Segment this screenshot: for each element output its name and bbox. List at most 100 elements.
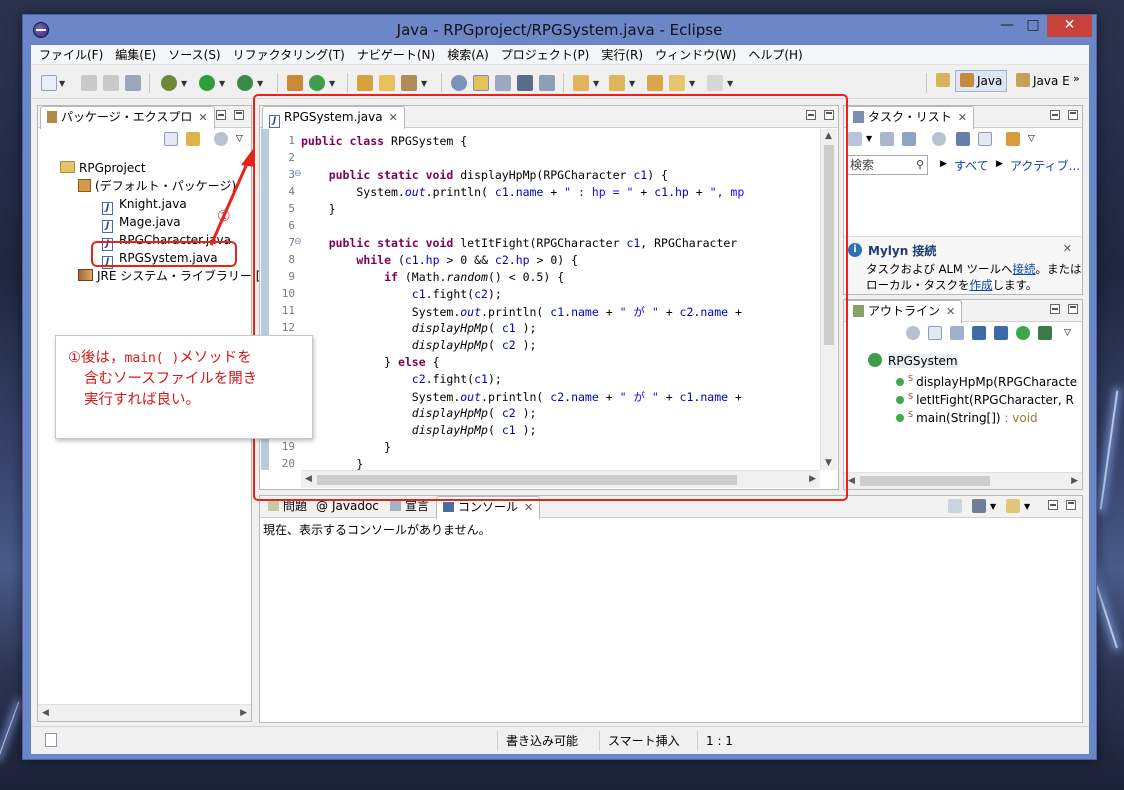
maximize-icon[interactable] <box>1066 500 1076 510</box>
minimize-icon[interactable] <box>1050 304 1060 314</box>
hide-static-icon[interactable] <box>994 326 1008 340</box>
chevron-down-icon[interactable]: ▼ <box>689 79 695 88</box>
highlight-icon[interactable] <box>473 75 489 91</box>
menu-source[interactable]: ソース(S) <box>162 45 226 65</box>
open-folder-icon[interactable] <box>379 75 395 91</box>
maximize-icon[interactable] <box>1068 110 1078 120</box>
chevron-down-icon[interactable]: ▼ <box>1024 502 1030 511</box>
chevron-down-icon[interactable]: ▼ <box>990 502 996 511</box>
menu-project[interactable]: プロジェクト(P) <box>495 45 596 65</box>
outline-member[interactable]: Smain(String[]) : void <box>896 406 1038 425</box>
tab-task-list[interactable]: タスク・リスト ✕ <box>846 106 974 129</box>
close-icon[interactable]: ✕ <box>958 111 967 124</box>
chevron-down-icon[interactable]: ▼ <box>257 79 263 88</box>
tree-item-mage[interactable]: J Mage.java <box>102 213 181 233</box>
scheduled-icon[interactable] <box>902 132 916 146</box>
focus-icon[interactable] <box>1006 132 1020 146</box>
close-icon[interactable]: ✕ <box>1063 242 1072 255</box>
menu-run[interactable]: 実行(R) <box>595 45 649 65</box>
open-type-icon[interactable] <box>357 75 373 91</box>
view-menu-icon[interactable] <box>214 132 228 146</box>
new-icon[interactable] <box>41 75 57 91</box>
link-editor-icon[interactable] <box>186 132 200 146</box>
hide-completed-icon[interactable] <box>956 132 970 146</box>
minimize-icon[interactable] <box>1050 110 1060 120</box>
pin-console-icon[interactable] <box>948 499 962 513</box>
tab-outline[interactable]: アウトライン ✕ <box>846 300 963 323</box>
chevron-down-icon[interactable]: ▽ <box>1028 134 1035 144</box>
mylyn-create-link[interactable]: 作成 <box>970 278 993 292</box>
sync-icon[interactable] <box>932 132 946 146</box>
hide-fields-icon[interactable] <box>972 326 986 340</box>
scroll-thumb[interactable] <box>860 476 990 486</box>
forward-icon[interactable] <box>707 75 723 91</box>
categorized-icon[interactable] <box>880 132 894 146</box>
task-search-box[interactable]: 検索 ⚲ <box>846 155 928 175</box>
scroll-left-icon[interactable]: ◀ <box>848 476 855 486</box>
print-icon[interactable] <box>125 75 141 91</box>
last-edit-icon[interactable] <box>647 75 663 91</box>
maximize-icon[interactable] <box>234 110 244 120</box>
back-icon[interactable] <box>669 75 685 91</box>
menu-refactor[interactable]: リファクタリング(T) <box>227 45 351 65</box>
scroll-right-icon[interactable]: ▶ <box>1071 476 1078 486</box>
mylyn-connect-link[interactable]: 接続 <box>1013 262 1036 276</box>
new-java-class-icon[interactable] <box>309 75 325 91</box>
outline-class[interactable]: RPGSystem <box>868 352 958 370</box>
sort-icon[interactable] <box>950 326 964 340</box>
collapse-all-icon[interactable] <box>164 132 178 146</box>
chevron-down-icon[interactable]: ▼ <box>629 79 635 88</box>
search-icon[interactable] <box>451 75 467 91</box>
chevron-down-icon[interactable]: ▼ <box>181 79 187 88</box>
menu-help[interactable]: ヘルプ(H) <box>742 45 808 65</box>
minimize-icon[interactable] <box>216 110 226 120</box>
collapse-all-icon[interactable] <box>928 326 942 340</box>
close-button[interactable]: ✕ <box>1047 15 1092 37</box>
fast-view-icon[interactable] <box>45 733 57 747</box>
menu-window[interactable]: ウィンドウ(W) <box>649 45 742 65</box>
outline-member[interactable]: SdisplayHpMp(RPGCharacte <box>896 370 1077 389</box>
chevron-down-icon[interactable]: ▼ <box>219 79 225 88</box>
menu-file[interactable]: ファイル(F) <box>33 45 109 65</box>
chevron-down-icon[interactable]: ▽ <box>236 134 243 144</box>
scroll-left-icon[interactable]: ◀ <box>42 708 49 718</box>
hide-nonpublic-icon[interactable] <box>1016 326 1030 340</box>
debug-icon[interactable] <box>161 75 177 91</box>
block-selection-icon[interactable] <box>517 75 533 91</box>
more-perspectives-icon[interactable]: » <box>1073 72 1080 85</box>
menu-navigate[interactable]: ナビゲート(N) <box>351 45 441 65</box>
open-perspective-button[interactable] <box>933 70 956 92</box>
save-icon[interactable] <box>81 75 97 91</box>
chevron-down-icon[interactable]: ▼ <box>593 79 599 88</box>
sync-icon[interactable] <box>906 326 920 340</box>
collapse-all-icon[interactable] <box>978 132 992 146</box>
scroll-right-icon[interactable]: ▶ <box>240 708 247 718</box>
menu-search[interactable]: 検索(A) <box>441 45 495 65</box>
chevron-down-icon[interactable]: ▼ <box>866 134 872 143</box>
run-icon[interactable] <box>199 75 215 91</box>
chevron-down-icon[interactable]: ▽ <box>1064 328 1071 338</box>
minimize-icon[interactable] <box>1048 500 1058 510</box>
new-java-project-icon[interactable] <box>287 75 303 91</box>
chevron-down-icon[interactable]: ▼ <box>59 79 65 88</box>
active-tasks-link[interactable]: アクティブ... <box>1010 157 1080 174</box>
all-tasks-link[interactable]: すべて <box>954 157 989 174</box>
close-icon[interactable]: ✕ <box>198 111 207 124</box>
chevron-down-icon[interactable]: ▼ <box>329 79 335 88</box>
close-icon[interactable]: ✕ <box>524 501 533 514</box>
hide-local-types-icon[interactable] <box>1038 326 1052 340</box>
maximize-icon[interactable] <box>1068 304 1078 314</box>
brush-icon[interactable] <box>401 75 417 91</box>
tab-package-explorer[interactable]: パッケージ・エクスプロ ✕ <box>40 106 215 129</box>
outline-member[interactable]: SletItFight(RPGCharacter, R <box>896 388 1074 407</box>
menu-edit[interactable]: 編集(E) <box>109 45 162 65</box>
tree-item-project[interactable]: RPGproject <box>60 159 146 177</box>
title-bar[interactable]: Java - RPGproject/RPGSystem.java - Eclip… <box>23 15 1096 45</box>
outline-hscroll[interactable]: ◀ ▶ <box>844 472 1082 489</box>
chevron-down-icon[interactable]: ▼ <box>421 79 427 88</box>
occurrences-icon[interactable] <box>495 75 511 91</box>
display-console-icon[interactable] <box>972 499 986 513</box>
close-icon[interactable]: ✕ <box>946 305 955 318</box>
previous-annotation-icon[interactable] <box>609 75 625 91</box>
tree-item-knight[interactable]: J Knight.java <box>102 195 187 215</box>
